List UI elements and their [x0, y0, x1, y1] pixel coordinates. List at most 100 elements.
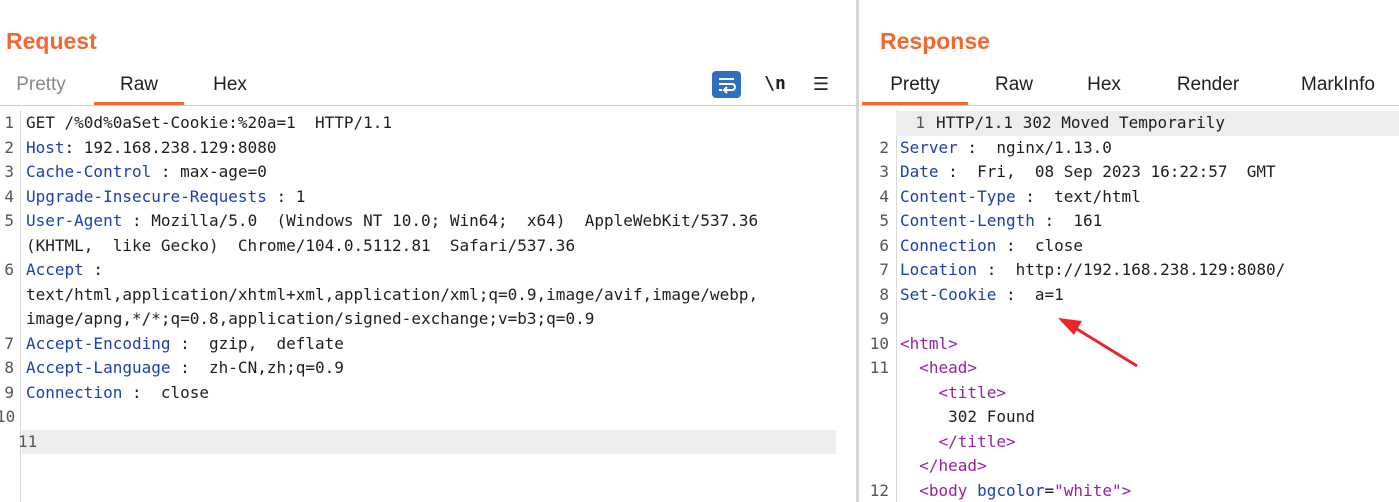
tabs-divider [860, 105, 1399, 106]
line-number: 1 [4, 113, 14, 132]
code-line: 11 <head> [860, 356, 1399, 381]
header-value: close [1034, 235, 1084, 255]
header-name: Cache-Control [26, 162, 152, 181]
header-line: Accept : [26, 258, 103, 283]
html-tag: <body [919, 480, 968, 500]
code-line: 8 Accept-Language : zh-CN,zh;q=0.9 [0, 356, 856, 381]
tab-raw[interactable]: Raw [984, 70, 1044, 105]
line-number: 12 [869, 480, 889, 500]
code-line: 7 Location : http://192.168.238.129:8080/ [860, 258, 1399, 283]
code-line: </head> [860, 454, 1399, 479]
code-line: 302 Found [860, 405, 1399, 430]
line-number: 6 [879, 235, 889, 255]
line-number: 6 [4, 260, 14, 279]
code-line: 4 Upgrade-Insecure-Requests : 1 [0, 185, 856, 210]
tab-markinfo[interactable]: MarkInfo [1286, 70, 1390, 105]
code-line: 5 Content-Length : 161 [860, 209, 1399, 234]
header-value: Fri, 08 Sep 2023 16:22:57 GMT [977, 162, 1276, 181]
header-line: Connection : close [900, 234, 1083, 259]
html-tag: <head> [919, 358, 978, 377]
line-text: GET /%0d%0aSet-Cookie:%20a=1 HTTP/1.1 [26, 113, 393, 132]
header-name: Host [26, 137, 65, 157]
header-line: Upgrade-Insecure-Requests : 1 [26, 185, 305, 210]
line-number: 10 [0, 407, 16, 426]
line-number: 5 [879, 211, 889, 230]
header-value: max-age=0 [180, 162, 267, 181]
header-value: 1 [295, 186, 306, 206]
line-number: 4 [4, 186, 14, 206]
html-tag-close: > [1121, 480, 1132, 500]
header-separator: : [151, 162, 181, 181]
line-number: 7 [879, 260, 889, 279]
tab-raw[interactable]: Raw [94, 70, 184, 105]
line-number: 4 [879, 186, 889, 206]
html-attr-name: bgcolor [977, 480, 1045, 500]
header-separator: : [977, 260, 1016, 279]
response-editor[interactable]: 1 HTTP/1.1 302 Moved Temporarily 2 Server :… [860, 110, 1399, 502]
wrap-lines-button[interactable] [712, 71, 741, 98]
header-name: Set-Cookie [900, 284, 997, 304]
header-value: a=1 [1034, 284, 1064, 304]
html-line: <title> [900, 381, 1006, 406]
header-name: User-Agent [26, 211, 123, 230]
header-separator: : [64, 137, 84, 157]
header-name: Connection [26, 382, 123, 402]
header-line: Set-Cookie : a=1 [900, 283, 1064, 308]
header-name: Date [900, 162, 939, 181]
html-tag: </head> [919, 456, 987, 475]
show-newlines-button[interactable]: \n [764, 70, 786, 98]
header-name: Accept-Encoding [26, 333, 171, 353]
code-line: 2 Server : nginx/1.13.0 [860, 136, 1399, 161]
header-value: 192.168.238.129:8080 [83, 137, 277, 157]
tab-hex[interactable]: Hex [200, 70, 260, 105]
header-name: Location [900, 260, 978, 279]
code-line: (KHTML, like Gecko) Chrome/104.0.5112.81… [0, 234, 856, 259]
request-panel: Request Pretty Raw Hex \n ☰ 1 GET /%0d%0a… [0, 0, 856, 502]
header-separator: : [938, 162, 978, 181]
html-attr-eq: = [1044, 480, 1055, 500]
header-value: http://192.168.238.129:8080/ [1015, 260, 1286, 279]
header-separator: : [957, 137, 997, 157]
header-value: Mozilla/5.0 (Windows NT 10.0; Win64; x64… [151, 211, 759, 230]
tab-pretty[interactable]: Pretty [6, 70, 76, 105]
code-line: image/apng,*/*;q=0.8,application/signed-… [0, 307, 856, 332]
tab-hex[interactable]: Hex [1074, 70, 1134, 105]
line-number: 7 [4, 333, 14, 353]
header-name: Accept-Language [26, 358, 171, 377]
html-line: </head> [900, 454, 987, 479]
code-line: 9 Connection : close [0, 381, 856, 406]
code-line: 4 Content-Type : text/html [860, 185, 1399, 210]
header-line: Accept-Encoding : gzip, deflate [26, 332, 344, 357]
code-line: 6 Connection : close [860, 234, 1399, 259]
header-name: Upgrade-Insecure-Requests [26, 186, 267, 206]
line-number: 5 [4, 211, 14, 230]
html-line: <body bgcolor="white"> [900, 479, 1131, 502]
header-separator: : [996, 284, 1035, 304]
header-name: Server [900, 137, 958, 157]
header-value: gzip, deflate [209, 333, 344, 353]
line-number: 8 [4, 358, 14, 377]
wrap-lines-icon [719, 78, 736, 94]
header-separator: : [266, 186, 296, 206]
html-attr-value: "white" [1054, 480, 1122, 500]
request-title: Request [6, 28, 97, 54]
code-line: <title> [860, 381, 1399, 406]
html-line: <head> [900, 356, 977, 381]
code-line: 12 <body bgcolor="white"> [860, 479, 1399, 502]
menu-button[interactable]: ☰ [810, 70, 832, 98]
panel-splitter[interactable] [856, 0, 859, 502]
tab-render[interactable]: Render [1168, 70, 1248, 105]
html-tag: </title> [938, 431, 1016, 451]
code-line: 1 GET /%0d%0aSet-Cookie:%20a=1 HTTP/1.1 [0, 111, 856, 136]
header-separator: : [1034, 211, 1074, 230]
header-line: Connection : close [26, 381, 209, 406]
header-line: Content-Type : text/html [900, 185, 1141, 210]
header-line: Accept-Language : zh-CN,zh;q=0.9 [26, 356, 344, 381]
request-editor[interactable]: 1 GET /%0d%0aSet-Cookie:%20a=1 HTTP/1.1 2 H… [0, 110, 856, 502]
header-name: Content-Type [900, 186, 1016, 206]
line-number: 9 [879, 309, 889, 328]
header-value: text/html [1054, 186, 1141, 206]
line-number: 8 [879, 284, 889, 304]
tab-pretty[interactable]: Pretty [862, 70, 968, 105]
